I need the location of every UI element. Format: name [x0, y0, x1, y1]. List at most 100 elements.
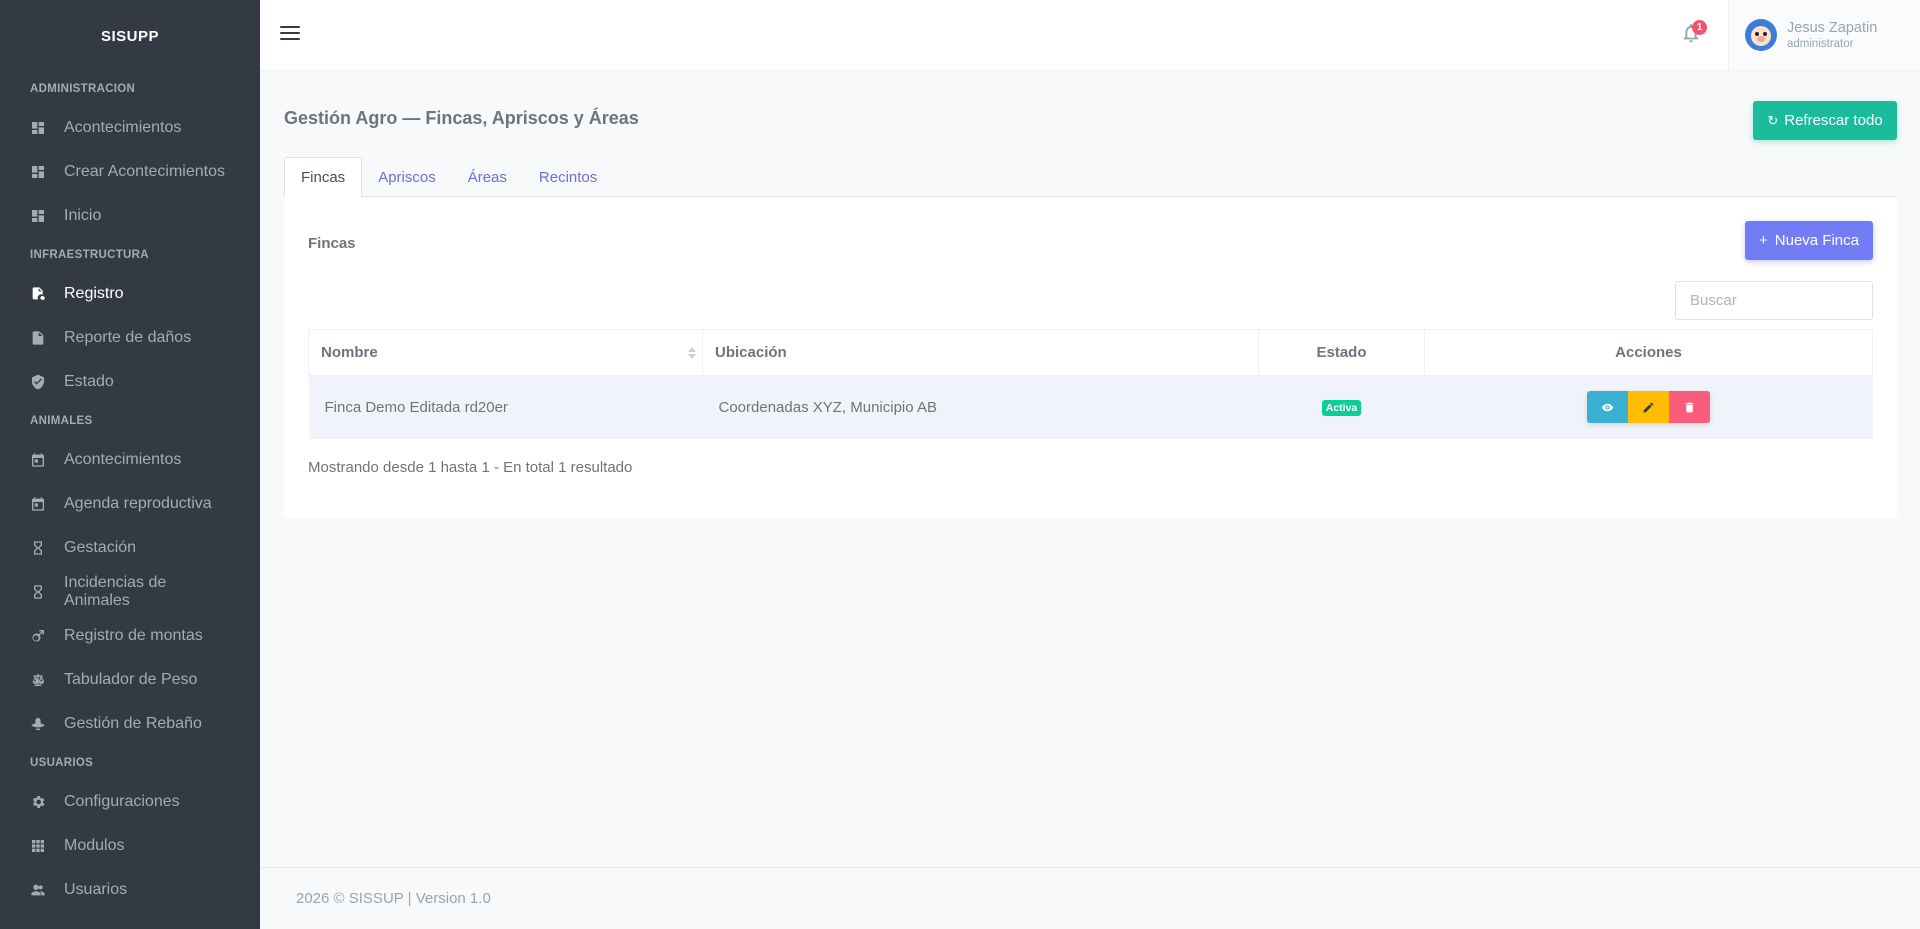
tab-fincas[interactable]: Fincas [284, 157, 363, 198]
refresh-all-button[interactable]: ↻ Refrescar todo [1753, 101, 1897, 140]
menu-toggle-icon[interactable] [280, 26, 300, 44]
gender-icon [30, 628, 46, 644]
tab-apriscos[interactable]: Apriscos [362, 157, 452, 197]
calendar-icon [30, 452, 46, 468]
sidebar-item-label: Modulos [64, 837, 125, 854]
table-row: Finca Demo Editada rd20er Coordenadas XYZ… [308, 375, 1873, 439]
sidebar-item-acontecimientos[interactable]: Acontecimientos [0, 106, 260, 150]
cell-nombre: Finca Demo Editada rd20er [308, 375, 703, 439]
sidebar-item-label: Registro [64, 285, 124, 302]
search-input[interactable] [1675, 281, 1873, 320]
cell-ubicacion: Coordenadas XYZ, Municipio AB [702, 375, 1259, 439]
sidebar-item-tabulador-de-peso[interactable]: Tabulador de Peso [0, 658, 260, 702]
sidebar-item-label: Configuraciones [64, 793, 180, 810]
sidebar-item-reporte-de-danos[interactable]: Reporte de daños [0, 316, 260, 360]
gear-icon [30, 794, 46, 810]
tab-areas[interactable]: Áreas [452, 157, 523, 197]
edit-button[interactable] [1628, 391, 1669, 424]
sidebar-item-configuraciones[interactable]: Configuraciones [0, 780, 260, 824]
column-header-estado: Estado [1258, 329, 1425, 376]
dashboard-icon [30, 208, 46, 224]
plus-icon: + [1759, 232, 1768, 249]
sidebar-section-title: USUARIOS [30, 757, 94, 769]
sidebar-item-modulos[interactable]: Modulos [0, 824, 260, 868]
footer-text: 2026 © SISSUP | Version 1.0 [296, 890, 491, 907]
calendar-icon [30, 496, 46, 512]
view-button[interactable] [1587, 391, 1628, 424]
sidebar-item-label: Gestación [64, 539, 137, 556]
pagination-info: Mostrando desde 1 hasta 1 - En total 1 r… [308, 459, 633, 476]
new-finca-label: Nueva Finca [1774, 232, 1859, 249]
sidebar-item-label: Inicio [64, 207, 102, 224]
notifications-button[interactable]: 1 [1680, 20, 1707, 48]
sidebar-item-label: Estado [64, 373, 114, 390]
delete-button[interactable] [1669, 391, 1710, 424]
sidebar-item-crear-acontecimientos[interactable]: Crear Acontecimientos [0, 150, 260, 194]
sidebar-item-acontecimientos[interactable]: Acontecimientos [0, 438, 260, 482]
page-title: Gestión Agro — Fincas, Apriscos y Áreas [284, 108, 639, 128]
cowboy-hat-icon [30, 716, 46, 732]
sidebar-section-title: ADMINISTRACION [30, 83, 136, 95]
users-icon [30, 882, 46, 898]
sidebar-item-label: Agenda reproductiva [64, 495, 212, 512]
fincas-card: Fincas + Nueva Finca Nombre Ubicación Es… [284, 197, 1897, 518]
refresh-all-label: Refrescar todo [1784, 112, 1883, 129]
grid-icon [30, 838, 46, 854]
sidebar-item-label: Tabulador de Peso [64, 671, 198, 688]
user-menu[interactable]: Jesus Zapatin administrator [1728, 0, 1920, 70]
sidebar-item-registro-de-montas[interactable]: Registro de montas [0, 614, 260, 658]
cell-estado: Activa [1258, 375, 1425, 439]
tabs: Fincas Apriscos Áreas Recintos [284, 157, 1897, 198]
sidebar-item-estado[interactable]: Estado [0, 360, 260, 404]
sidebar-item-incidencias-de-animales[interactable]: Incidencias de Animales [0, 570, 260, 614]
sidebar: SISUPP ADMINISTRACION Acontecimientos Crea… [0, 0, 260, 929]
sidebar-item-label: Acontecimientos [64, 451, 182, 468]
sidebar-item-registro[interactable]: Registro [0, 272, 260, 316]
refresh-icon: ↻ [1767, 112, 1779, 128]
fincas-table: Nombre Ubicación Estado Acciones Finca D… [308, 329, 1873, 439]
sidebar-section-title: INFRAESTRUCTURA [30, 249, 149, 261]
sidebar-item-label: Incidencias de Animales [64, 574, 167, 609]
tab-recintos[interactable]: Recintos [523, 157, 613, 197]
scale-icon [30, 672, 46, 688]
sidebar-section-title: ANIMALES [30, 415, 93, 427]
table-header-row: Nombre Ubicación Estado Acciones [308, 329, 1873, 376]
dashboard-icon [30, 120, 46, 136]
user-name: Jesus Zapatin [1787, 20, 1878, 36]
sidebar-item-inicio[interactable]: Inicio [0, 194, 260, 238]
status-badge: Activa [1321, 400, 1362, 417]
dashboard-icon [30, 164, 46, 180]
trash-icon [1685, 402, 1694, 413]
pencil-icon [1643, 402, 1654, 413]
sidebar-item-label: Crear Acontecimientos [64, 163, 225, 180]
footer: 2026 © SISSUP | Version 1.0 [260, 867, 1920, 929]
column-header-nombre[interactable]: Nombre [308, 329, 703, 376]
new-finca-button[interactable]: + Nueva Finca [1745, 221, 1873, 260]
shield-check-icon [30, 374, 46, 390]
column-label: Nombre [321, 344, 378, 361]
avatar [1745, 19, 1777, 51]
notification-count-badge: 1 [1692, 20, 1707, 35]
sidebar-item-gestion-de-rebano[interactable]: Gestión de Rebaño [0, 702, 260, 746]
cell-acciones [1424, 375, 1873, 439]
sidebar-item-label: Registro de montas [64, 627, 203, 644]
sidebar-item-usuarios[interactable]: Usuarios [0, 868, 260, 912]
column-header-acciones: Acciones [1424, 329, 1873, 376]
sidebar-item-label: Reporte de daños [64, 329, 192, 346]
sidebar-item-gestacion[interactable]: Gestación [0, 526, 260, 570]
file-icon [30, 330, 46, 346]
row-actions [1587, 391, 1710, 424]
column-header-ubicacion: Ubicación [702, 329, 1259, 376]
sidebar-nav: ADMINISTRACION Acontecimientos Crear Acont… [0, 72, 260, 912]
topbar: 1 Jesus Zapatin administrator [260, 0, 1920, 70]
hourglass-icon [30, 540, 46, 556]
sidebar-item-agenda-reproductiva[interactable]: Agenda reproductiva [0, 482, 260, 526]
user-role: administrator [1787, 38, 1854, 50]
brand-logo[interactable]: SISUPP [0, 0, 260, 72]
eye-icon [1601, 403, 1614, 412]
sidebar-item-label: Acontecimientos [64, 119, 182, 136]
card-title: Fincas [308, 235, 356, 252]
file-cog-icon [30, 286, 46, 302]
sidebar-item-label: Usuarios [64, 881, 128, 898]
sidebar-item-label: Gestión de Rebaño [64, 715, 202, 732]
